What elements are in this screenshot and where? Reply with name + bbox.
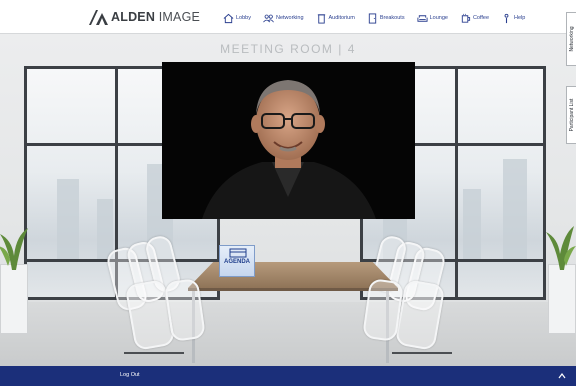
agenda-label: AGENDA (223, 259, 250, 265)
chevron-up-icon[interactable] (558, 372, 566, 380)
participant-list-tab[interactable]: Participant List (566, 86, 576, 144)
podium-icon (317, 13, 325, 24)
logo-text-light: IMAGE (158, 10, 201, 24)
planter-right (548, 264, 576, 334)
room-title: MEETING ROOM | 4 (220, 42, 356, 56)
alden-image-logo[interactable]: ALDEN IMAGE (88, 7, 200, 27)
people-icon (263, 14, 274, 22)
video-feed[interactable] (162, 62, 415, 219)
nav-lobby[interactable]: Lobby (223, 13, 251, 24)
nav-lounge-label: Lounge (429, 15, 448, 21)
home-icon (223, 13, 234, 23)
calendar-icon (229, 248, 247, 258)
networking-tab-label: Networking (568, 26, 575, 52)
info-icon (504, 13, 509, 23)
main-nav: Lobby Networking Auditorium Breakouts Lo… (223, 9, 537, 27)
logout-link[interactable]: Log Out (120, 372, 140, 378)
nav-auditorium[interactable]: Auditorium (316, 13, 355, 24)
nav-breakouts-label: Breakouts (379, 15, 405, 21)
city-building (97, 199, 113, 259)
table-edge (188, 288, 398, 291)
city-building (57, 179, 79, 259)
nav-lounge[interactable]: Lounge (417, 13, 448, 24)
plant-left-icon (0, 228, 28, 270)
nav-coffee-label: Coffee (472, 15, 490, 21)
agenda-button[interactable]: AGENDA (219, 245, 255, 277)
nav-auditorium-label: Auditorium (328, 15, 355, 21)
networking-tab[interactable]: Networking (566, 12, 576, 66)
meeting-room-scene: MEETING ROOM | 4 AGENDA (0, 34, 576, 366)
nav-coffee[interactable]: Coffee (460, 13, 489, 24)
top-header: ALDEN IMAGE Lobby Networking Auditorium … (0, 0, 576, 34)
window-mullion (455, 69, 458, 297)
cup-icon (461, 13, 471, 23)
chair-base (392, 352, 452, 354)
nav-networking-label: Networking (276, 15, 304, 21)
nav-breakouts[interactable]: Breakouts (367, 12, 405, 24)
logo-mark-icon (89, 10, 108, 25)
nav-help-label: Help (514, 15, 526, 21)
city-building (503, 159, 527, 259)
participant-list-tab-label: Participant List (568, 98, 575, 132)
nav-help[interactable]: Help (501, 13, 525, 24)
logo-text: ALDEN IMAGE (111, 10, 200, 24)
chair-base (124, 352, 184, 354)
sofa-icon (417, 14, 428, 22)
planter-left (0, 264, 28, 334)
city-building (463, 189, 481, 259)
floor (0, 302, 576, 366)
speaker-portrait-icon (202, 80, 376, 219)
logo-text-bold: ALDEN (111, 10, 156, 24)
nav-networking[interactable]: Networking (263, 13, 304, 24)
door-icon (368, 12, 376, 24)
plant-right-icon (546, 226, 576, 270)
footer-bar: Log Out (0, 366, 576, 386)
nav-lobby-label: Lobby (236, 15, 251, 21)
